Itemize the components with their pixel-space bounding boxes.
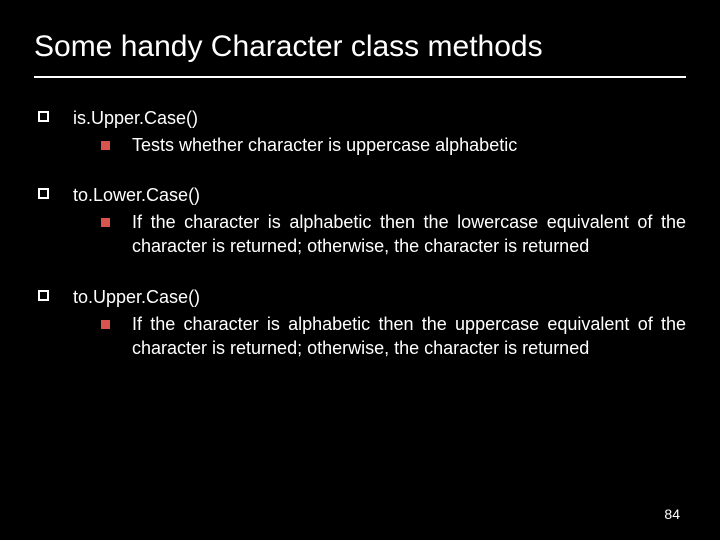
sub-item: If the character is alphabetic then the … — [73, 312, 686, 361]
outline-square-icon — [38, 290, 49, 301]
list-item: is.Upper.Case() Tests whether character … — [38, 106, 686, 157]
outline-square-icon — [38, 188, 49, 199]
slide-content: is.Upper.Case() Tests whether character … — [34, 106, 686, 361]
list-item: to.Upper.Case() If the character is alph… — [38, 285, 686, 361]
item-body: to.Lower.Case() If the character is alph… — [73, 183, 686, 259]
method-description: If the character is alphabetic then the … — [132, 210, 686, 259]
list-item: to.Lower.Case() If the character is alph… — [38, 183, 686, 259]
slide-title: Some handy Character class methods — [34, 28, 686, 78]
filled-square-icon — [101, 141, 110, 150]
page-number: 84 — [664, 506, 680, 522]
filled-square-icon — [101, 218, 110, 227]
slide: Some handy Character class methods is.Up… — [0, 0, 720, 540]
method-name: is.Upper.Case() — [73, 106, 686, 131]
filled-square-icon — [101, 320, 110, 329]
item-body: is.Upper.Case() Tests whether character … — [73, 106, 686, 157]
sub-item: If the character is alphabetic then the … — [73, 210, 686, 259]
method-description: If the character is alphabetic then the … — [132, 312, 686, 361]
method-description: Tests whether character is uppercase alp… — [132, 133, 686, 157]
outline-square-icon — [38, 111, 49, 122]
method-name: to.Lower.Case() — [73, 183, 686, 208]
item-body: to.Upper.Case() If the character is alph… — [73, 285, 686, 361]
method-name: to.Upper.Case() — [73, 285, 686, 310]
sub-item: Tests whether character is uppercase alp… — [73, 133, 686, 157]
